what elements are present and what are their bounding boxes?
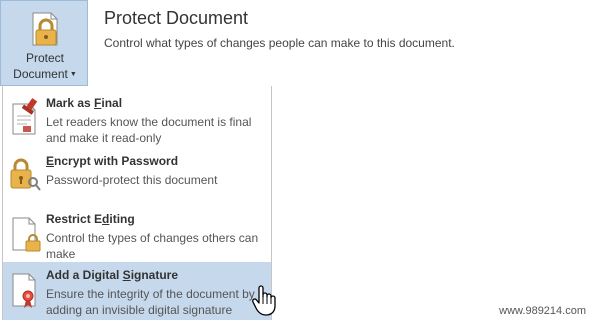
menu-item-description: Ensure the integrity of the document by … (46, 287, 255, 317)
restrict-editing-icon (12, 217, 41, 252)
protect-label-line2: Document ▼ (13, 67, 77, 81)
menu-item-encrypt-with-password[interactable]: Encrypt with Password Password-protect t… (3, 148, 271, 206)
menu-item-title: Mark as Final (46, 96, 123, 110)
menu-item-add-digital-signature[interactable]: Add a Digital Signature Ensure the integ… (3, 262, 271, 320)
menu-item-description: Let readers know the document is final a… (46, 115, 252, 145)
page-title: Protect Document (104, 8, 249, 28)
protect-document-button[interactable]: Protect Document ▼ (0, 0, 88, 86)
watermark: www.989214.com (499, 305, 586, 317)
menu-item-title: Encrypt with Password (46, 154, 179, 168)
page-description: Control what types of changes people can… (104, 36, 455, 50)
mark-as-final-icon (12, 98, 38, 135)
digital-signature-icon (12, 273, 36, 308)
chevron-down-icon: ▼ (69, 71, 77, 78)
lock-key-icon (10, 158, 41, 191)
menu-item-restrict-editing[interactable]: Restrict Editing Control the types of ch… (3, 206, 271, 264)
menu-item-mark-as-final[interactable]: Mark as Final Let readers know the docum… (3, 90, 271, 148)
protect-label-line1: Protect (25, 51, 64, 65)
menu-item-description: Password-protect this document (46, 173, 218, 187)
menu-item-title: Restrict Editing (46, 212, 135, 226)
menu-item-title: Add a Digital Signature (46, 268, 179, 282)
protect-document-menu: Mark as Final Let readers know the docum… (2, 86, 272, 320)
hand-cursor-icon (252, 285, 276, 316)
lock-document-icon (32, 12, 58, 46)
menu-item-description: Control the types of changes others can … (46, 231, 259, 261)
